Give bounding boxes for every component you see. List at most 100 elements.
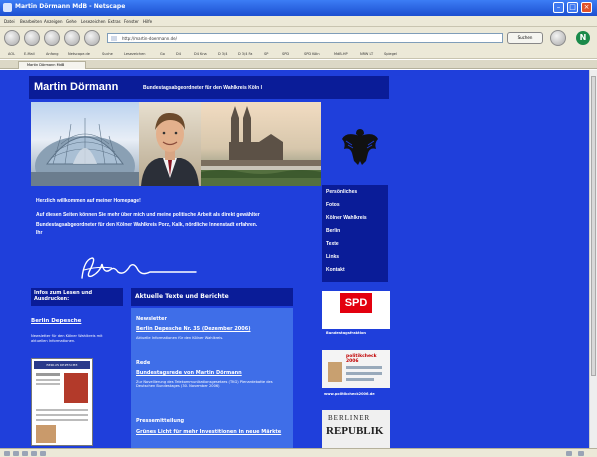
url-input[interactable]: http://martin-doermann.de/ bbox=[107, 33, 503, 43]
berliner-republik-line1: BERLINER bbox=[328, 414, 371, 422]
menu-item-datei[interactable]: Datei bbox=[4, 19, 15, 24]
welcome-body: Auf diesen Seiten können Sie mehr über m… bbox=[36, 212, 260, 228]
nav-item-berlin[interactable]: Berlin bbox=[326, 228, 340, 234]
menu-item-extras[interactable]: Extras bbox=[108, 19, 121, 24]
bookmark-item[interactable]: Netscape.de bbox=[68, 52, 90, 56]
security-lock-icon bbox=[566, 451, 572, 456]
thumbnail-title: BERLIN DEPESCHE bbox=[34, 361, 90, 369]
reload-icon[interactable] bbox=[44, 30, 60, 46]
bookmark-item[interactable]: D 3/4 Fa bbox=[238, 52, 252, 56]
site-nav-menu: Persönliches Fotos Kölner Wahlkreis Berl… bbox=[322, 185, 388, 282]
navigation-toolbar: http://martin-doermann.de/ Suchen N bbox=[0, 27, 597, 49]
menu-item-hilfe[interactable]: Hilfe bbox=[143, 19, 152, 24]
spd-logo: SPD bbox=[340, 293, 372, 313]
page-icon bbox=[111, 36, 117, 41]
page-title: Martin Dörmann bbox=[34, 81, 119, 93]
print-icon[interactable] bbox=[550, 30, 566, 46]
menu-item-fenster[interactable]: Fenster bbox=[124, 19, 139, 24]
bookmark-item[interactable]: E-Mail bbox=[24, 52, 35, 56]
bookmark-item[interactable]: Anfang bbox=[46, 52, 58, 56]
maximize-button[interactable]: □ bbox=[567, 2, 578, 13]
back-icon[interactable] bbox=[4, 30, 20, 46]
signature-image bbox=[81, 257, 197, 279]
minimize-button[interactable]: – bbox=[553, 2, 564, 13]
reichstag-dome-photo bbox=[31, 102, 139, 186]
nav-item-texte[interactable]: Texte bbox=[326, 241, 339, 247]
netscape-app-icon bbox=[3, 3, 12, 12]
tab-label: Martin Dörmann MdB bbox=[27, 63, 65, 67]
page-header: Martin Dörmann Bundestagsabgeordneter fü… bbox=[29, 76, 389, 99]
politikcheck-caption[interactable]: www.politikcheck2006.de bbox=[324, 392, 375, 396]
window-titlebar: Martin Dörmann MdB - Netscape – □ × bbox=[0, 0, 597, 16]
status-icon bbox=[22, 451, 28, 456]
bookmark-item[interactable]: Go bbox=[160, 52, 165, 56]
berliner-republik-line2: REPUBLIK bbox=[326, 425, 384, 437]
news-title-link[interactable]: Bundestagsrede von Martin Dörmann bbox=[136, 370, 242, 376]
welcome-heading: Herzlich willkommen auf meiner Homepage! bbox=[36, 198, 141, 204]
status-bar bbox=[0, 448, 597, 457]
bookmarks-toolbar: AOL E-Mail Anfang Netscape.de Suche Lese… bbox=[0, 49, 597, 59]
center-column-header: Aktuelle Texte und Berichte bbox=[131, 288, 293, 306]
web-page: Martin Dörmann Bundestagsabgeordneter fü… bbox=[0, 70, 597, 448]
menu-item-lesezeichen[interactable]: Lesezeichen bbox=[81, 19, 106, 24]
bookmark-item[interactable]: D4 Kna bbox=[194, 52, 207, 56]
news-category: Pressemitteilung bbox=[136, 418, 185, 424]
status-icon bbox=[40, 451, 46, 456]
berlin-depesche-description: Newsletter für den Kölner Wahlkreis mit … bbox=[31, 334, 103, 343]
close-button[interactable]: × bbox=[581, 2, 592, 13]
news-category: Newsletter bbox=[136, 316, 167, 322]
welcome-section: Herzlich willkommen auf meiner Homepage!… bbox=[36, 196, 320, 242]
forward-icon[interactable] bbox=[24, 30, 40, 46]
news-description: Aktuelle Informationen für den Kölner Wa… bbox=[136, 336, 224, 340]
nav-item-persoenliches[interactable]: Persönliches bbox=[326, 189, 357, 195]
berliner-republik-banner[interactable]: BERLINER REPUBLIK bbox=[322, 410, 390, 448]
nav-item-koelner-wahlkreis[interactable]: Kölner Wahlkreis bbox=[326, 215, 367, 221]
status-icon bbox=[13, 451, 19, 456]
news-title-link[interactable]: Berlin Depesche Nr. 35 (Dezember 2006) bbox=[136, 326, 251, 332]
window-title: Martin Dörmann MdB - Netscape bbox=[15, 3, 126, 10]
search-button[interactable]: Suchen bbox=[507, 32, 543, 44]
bookmark-item[interactable]: SPD Köln bbox=[304, 52, 320, 56]
news-description: Zur Novellierung des Telekommunikationsg… bbox=[136, 380, 273, 389]
bookmark-item[interactable]: Spiegel bbox=[384, 52, 397, 56]
nav-item-fotos[interactable]: Fotos bbox=[326, 202, 340, 208]
news-title-link[interactable]: Grünes Licht für mehr Investitionen in n… bbox=[136, 428, 286, 436]
page-subtitle: Bundestagsabgeordneter für den Wahlkreis… bbox=[143, 85, 262, 91]
bookmark-item[interactable]: NRW LT bbox=[360, 52, 373, 56]
nav-item-links[interactable]: Links bbox=[326, 254, 339, 260]
menu-item-anzeigen[interactable]: Anzeigen bbox=[44, 19, 62, 24]
politikcheck-logo: politikcheck 2006 bbox=[346, 354, 377, 364]
tab-martin-doermann[interactable]: Martin Dörmann MdB bbox=[18, 61, 86, 69]
stop-icon[interactable] bbox=[64, 30, 80, 46]
status-icon bbox=[31, 451, 37, 456]
portrait-photo bbox=[139, 102, 201, 186]
home-icon[interactable] bbox=[84, 30, 100, 46]
nav-item-kontakt[interactable]: Kontakt bbox=[326, 267, 345, 273]
politikcheck-banner[interactable]: politikcheck 2006 bbox=[322, 350, 390, 388]
cologne-cathedral-photo bbox=[201, 102, 321, 186]
berlin-depesche-link[interactable]: Berlin Depesche bbox=[31, 318, 81, 324]
scrollbar-thumb[interactable] bbox=[591, 76, 596, 376]
left-column-header: Infos zum Lesen und Ausdrucken: bbox=[31, 288, 123, 306]
bookmark-item[interactable]: D 3/4 bbox=[218, 52, 227, 56]
spd-banner[interactable]: SPD bbox=[322, 291, 390, 329]
federal-eagle-icon bbox=[342, 129, 378, 165]
bookmark-item[interactable]: Lesezeichen bbox=[124, 52, 146, 56]
menu-item-gehe[interactable]: Gehe bbox=[66, 19, 77, 24]
bookmark-item[interactable]: SP bbox=[264, 52, 268, 56]
page-scrollbar[interactable] bbox=[589, 70, 597, 448]
tab-bar: Martin Dörmann MdB bbox=[0, 60, 597, 69]
menu-bar: Datei Bearbeiten Anzeigen Gehe Lesezeich… bbox=[0, 16, 597, 27]
netscape-throbber-icon: N bbox=[576, 31, 590, 45]
url-text: http://martin-doermann.de/ bbox=[122, 36, 177, 41]
berlin-depesche-thumbnail[interactable]: BERLIN DEPESCHE bbox=[31, 358, 93, 446]
bookmark-item[interactable]: SPD bbox=[282, 52, 289, 56]
bookmark-item[interactable]: MdB-HP bbox=[334, 52, 348, 56]
bookmark-item[interactable]: Suche bbox=[102, 52, 113, 56]
status-icon bbox=[578, 451, 584, 456]
news-list: Newsletter Berlin Depesche Nr. 35 (Dezem… bbox=[131, 308, 293, 448]
spd-caption: Bundestagsfraktion bbox=[326, 331, 366, 335]
menu-item-bearbeiten[interactable]: Bearbeiten bbox=[20, 19, 42, 24]
bookmark-item[interactable]: D4 bbox=[176, 52, 181, 56]
bookmark-item[interactable]: AOL bbox=[8, 52, 15, 56]
